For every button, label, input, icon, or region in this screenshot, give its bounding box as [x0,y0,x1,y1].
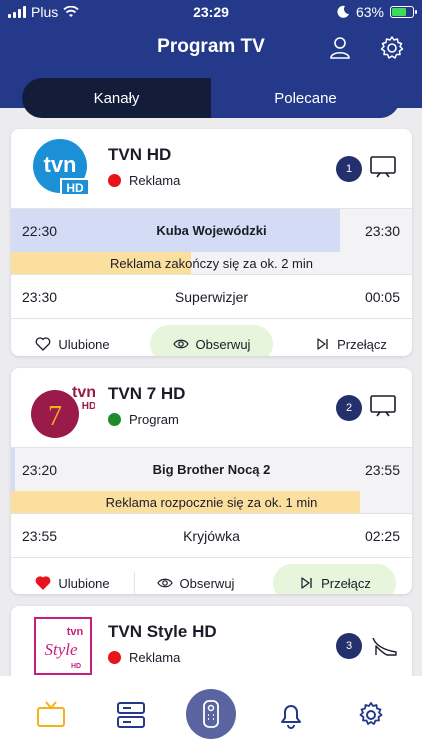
svg-text:7: 7 [48,401,62,432]
channel-number-badge: 1 [336,156,362,182]
channel-status: Program [108,412,179,427]
eye-icon [156,578,173,588]
moon-icon [337,5,349,18]
tv-icon[interactable] [370,156,396,178]
channel-status: Reklama [108,650,180,665]
channel-name: TVN 7 HD [108,384,186,403]
user-icon[interactable] [326,34,354,62]
channel-name: TVN HD [108,145,172,164]
ad-info-text: Reklama rozpocznie się za ok. 1 min [105,495,318,510]
svg-text:Style: Style [44,640,77,659]
watch-label: Obserwuj [179,575,235,591]
heart-filled-icon [35,576,51,590]
watch-label: Obserwuj [195,336,251,352]
heart-icon [35,337,51,351]
server-icon[interactable] [116,700,146,730]
program-title: Kryjówka [183,528,240,544]
switch-label: Przełącz [337,336,387,352]
program-title: Kuba Wojewódzki [156,223,267,238]
next-program-row[interactable]: 23:55 Kryjówka 02:25 [11,513,412,557]
segmented-control: Kanały Polecane [22,78,400,118]
status-right: 63% [336,4,417,20]
eye-icon [172,339,189,349]
switch-button[interactable]: Przełącz [273,564,396,594]
tvn-logo: tvn HD [33,139,90,196]
tvn-style-logo: tvn Style HD [34,617,92,675]
tvn7-logo: 7 tvn HD [31,384,95,438]
channel-name: TVN Style HD [108,622,217,641]
channel-header: 7 tvn HD TVN 7 HD Program 2 [11,368,412,447]
program-end: 02:25 [364,528,400,544]
page-title: Program TV [157,36,265,57]
favorite-label: Ulubione [58,575,110,591]
tab-bar [0,676,422,750]
channel-header: tvn Style HD TVN Style HD Reklama 3 [11,606,412,685]
program-end: 00:05 [364,289,400,305]
tab-polecane[interactable]: Polecane [211,78,400,118]
channel-number-badge: 2 [336,395,362,421]
channel-card-tvn-style-hd[interactable]: tvn Style HD TVN Style HD Reklama 3 [11,606,412,686]
channel-header: tvn HD TVN HD Reklama 1 [11,129,412,208]
ad-info-text: Reklama zakończy się za ok. 2 min [109,256,314,271]
program-end: 23:55 [364,462,400,478]
high-heel-icon[interactable] [370,630,398,658]
svg-text:HD: HD [66,181,84,195]
gear-icon[interactable] [378,34,406,62]
switch-label: Przełącz [321,575,371,591]
watch-button[interactable]: Obserwuj [134,564,257,594]
remote-button[interactable] [186,689,236,739]
svg-text:tvn: tvn [44,152,77,177]
status-dot [108,413,121,426]
program-title: Superwizjer [174,289,249,305]
svg-text:tvn: tvn [72,384,95,401]
ad-info-bar: Reklama zakończy się za ok. 2 min [11,252,412,274]
channel-status: Reklama [108,173,180,188]
ad-info-bar: Reklama rozpocznie się za ok. 1 min [11,491,412,513]
favorite-label: Ulubione [58,336,110,352]
switch-button[interactable]: Przełącz [289,325,412,356]
skip-icon [317,338,328,350]
channel-actions: Ulubione Obserwuj Przełącz [11,557,412,594]
remote-icon [203,700,219,728]
skip-icon [301,577,312,589]
favorite-button[interactable]: Ulubione [11,564,134,594]
svg-text:tvn: tvn [67,626,84,638]
status-label: Program [129,412,179,427]
channel-actions: Ulubione Obserwuj Przełącz [11,318,412,356]
tab-kanaly[interactable]: Kanały [22,78,211,118]
channel-number-badge: 3 [336,633,362,659]
favorite-button[interactable]: Ulubione [11,325,134,356]
program-end: 23:30 [364,223,400,239]
status-label: Reklama [129,650,181,665]
current-program-row[interactable]: 23:20 Big Brother Nocą 2 23:55 [11,447,412,491]
next-program-row[interactable]: 23:30 Superwizjer 00:05 [11,274,412,318]
battery-icon [390,6,417,18]
status-dot [108,651,121,664]
tv-icon[interactable] [370,395,396,417]
bell-icon[interactable] [276,700,306,730]
status-dot [108,174,121,187]
channel-card-tvn-hd[interactable]: tvn HD TVN HD Reklama 1 22:30 Kuba Wojew… [11,129,412,356]
gear-icon[interactable] [356,700,386,730]
tv-icon[interactable] [36,700,66,730]
status-label: Reklama [129,173,181,188]
watch-button[interactable]: Obserwuj [150,325,273,356]
program-title: Big Brother Nocą 2 [152,462,271,477]
svg-text:HD: HD [82,401,95,412]
battery-label: 63% [355,4,384,20]
status-bar: Plus 23:29 63% [0,0,422,24]
channel-card-tvn7-hd[interactable]: 7 tvn HD TVN 7 HD Program 2 23:20 Big Br… [11,368,412,594]
svg-text:HD: HD [71,663,81,670]
current-program-row[interactable]: 22:30 Kuba Wojewódzki 23:30 [11,208,412,252]
